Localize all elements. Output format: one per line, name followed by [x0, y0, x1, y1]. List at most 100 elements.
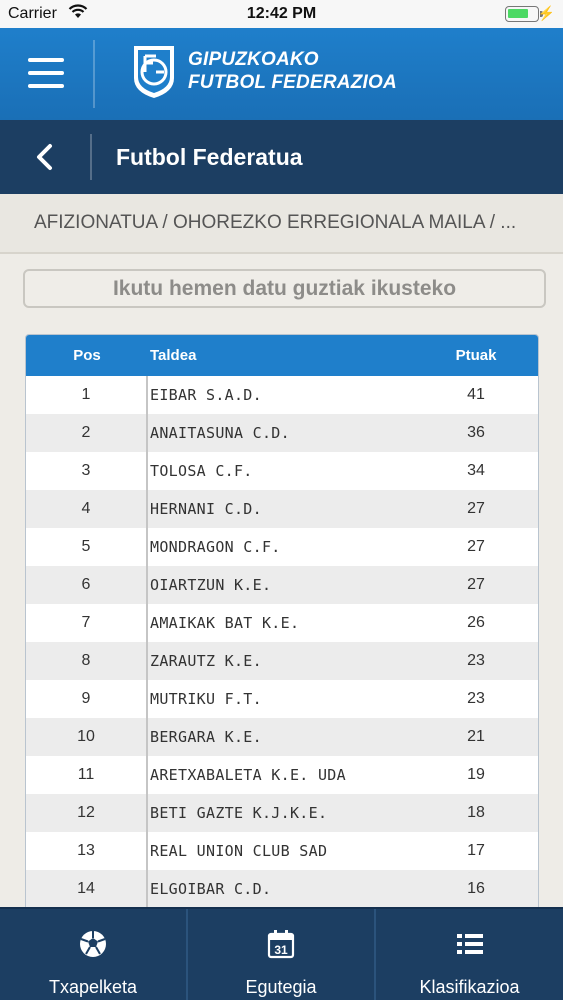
tab-bar: Txapelketa 31 Egutegia Klasifikazioa — [0, 907, 563, 1000]
row-points: 19 — [467, 766, 485, 783]
row-team: AMAIKAK BAT K.E. — [150, 614, 300, 632]
column-divider — [146, 756, 148, 794]
column-divider — [146, 566, 148, 604]
row-points: 21 — [467, 728, 485, 745]
clock: 12:42 PM — [246, 5, 317, 22]
header-points[interactable]: Ptuak — [428, 347, 524, 364]
logo-line-1: GIPUZKOAKO — [188, 49, 319, 70]
row-team: EIBAR S.A.D. — [150, 386, 262, 404]
row-team: ANAITASUNA C.D. — [150, 424, 290, 442]
row-team: ELGOIBAR C.D. — [150, 880, 272, 898]
view-all-data-button[interactable]: Ikutu hemen datu guztiak ikusteko — [23, 269, 546, 308]
row-pos: 8 — [81, 652, 91, 669]
calendar-icon: 31 — [267, 930, 295, 959]
list-icon — [456, 934, 483, 954]
table-row[interactable]: 11 ARETXABALETA K.E. UDA 19 — [26, 756, 538, 794]
row-points: 16 — [467, 880, 485, 897]
column-divider — [146, 870, 148, 908]
row-pos: 10 — [77, 728, 95, 745]
row-pos: 11 — [77, 766, 95, 783]
row-pos: 12 — [77, 804, 95, 821]
charging-icon: ⚡ — [537, 5, 555, 21]
row-pos: 1 — [81, 386, 91, 403]
row-pos: 7 — [81, 614, 91, 631]
row-points: 23 — [467, 690, 485, 707]
row-team: TOLOSA C.F. — [150, 462, 253, 480]
column-divider — [146, 528, 148, 566]
column-divider — [146, 376, 148, 414]
table-row[interactable]: 2 ANAITASUNA C.D. 36 — [26, 414, 538, 452]
row-points: 23 — [467, 652, 485, 669]
row-points: 36 — [467, 424, 485, 441]
row-team: MUTRIKU F.T. — [150, 690, 262, 708]
table-row[interactable]: 14 ELGOIBAR C.D. 16 — [26, 870, 538, 908]
tab-label: Klasifikazioa — [419, 977, 520, 997]
row-pos: 5 — [81, 538, 91, 555]
calendar-day: 31 — [274, 943, 288, 957]
column-divider — [146, 832, 148, 870]
table-row[interactable]: 9 MUTRIKU F.T. 23 — [26, 680, 538, 718]
table-row[interactable]: 12 BETI GAZTE K.J.K.E. 18 — [26, 794, 538, 832]
row-pos: 4 — [81, 500, 91, 517]
column-divider — [146, 642, 148, 680]
menu-icon[interactable] — [28, 58, 64, 88]
row-points: 18 — [467, 804, 485, 821]
tab-txapelketa[interactable]: Txapelketa — [0, 909, 186, 1000]
row-points: 27 — [467, 500, 485, 517]
column-divider — [146, 680, 148, 718]
breadcrumb: AFIZIONATUA / OHOREZKO ERREGIONALA MAILA… — [0, 194, 563, 254]
row-team: BETI GAZTE K.J.K.E. — [150, 804, 328, 822]
header-team[interactable]: Taldea — [150, 347, 196, 364]
table-row[interactable]: 5 MONDRAGON C.F. 27 — [26, 528, 538, 566]
row-team: ZARAUTZ K.E. — [150, 652, 262, 670]
row-team: HERNANI C.D. — [150, 500, 262, 518]
divider — [90, 134, 92, 180]
table-row[interactable]: 4 HERNANI C.D. 27 — [26, 490, 538, 528]
row-team: BERGARA K.E. — [150, 728, 262, 746]
table-row[interactable]: 3 TOLOSA C.F. 34 — [26, 452, 538, 490]
breadcrumb-text: AFIZIONATUA / OHOREZKO ERREGIONALA MAILA… — [34, 212, 517, 233]
soccer-ball-icon — [80, 931, 106, 957]
column-divider — [146, 452, 148, 490]
row-team: MONDRAGON C.F. — [150, 538, 281, 556]
row-points: 34 — [467, 462, 485, 479]
row-points: 41 — [467, 386, 485, 403]
back-arrow-icon[interactable] — [28, 140, 60, 174]
tab-label: Txapelketa — [48, 977, 138, 997]
column-divider — [146, 794, 148, 832]
app-header: GIPUZKOAKO FUTBOL FEDERAZIOA — [0, 28, 563, 120]
row-pos: 9 — [81, 690, 91, 707]
row-points: 27 — [467, 538, 485, 555]
row-team: REAL UNION CLUB SAD — [150, 842, 328, 860]
column-divider — [146, 414, 148, 452]
row-pos: 13 — [77, 842, 95, 859]
federation-name: GIPUZKOAKO FUTBOL FEDERAZIOA — [188, 48, 397, 94]
table-row[interactable]: 7 AMAIKAK BAT K.E. 26 — [26, 604, 538, 642]
row-team: OIARTZUN K.E. — [150, 576, 272, 594]
table-row[interactable]: 8 ZARAUTZ K.E. 23 — [26, 642, 538, 680]
row-pos: 6 — [81, 576, 91, 593]
column-divider — [146, 490, 148, 528]
table-row[interactable]: 10 BERGARA K.E. 21 — [26, 718, 538, 756]
battery-fill — [508, 9, 529, 18]
table-row[interactable]: 6 OIARTZUN K.E. 27 — [26, 566, 538, 604]
row-points: 27 — [467, 576, 485, 593]
sub-header: Futbol Federatua — [0, 120, 563, 194]
divider — [93, 40, 95, 108]
header-pos[interactable]: Pos — [26, 347, 148, 364]
standings-table: Pos Taldea Ptuak 1 EIBAR S.A.D. 4 1 2 ANAITAS… — [25, 334, 539, 914]
tab-klasifikazioa[interactable]: Klasifikazioa — [376, 909, 563, 1000]
column-divider — [146, 718, 148, 756]
row-pos: 14 — [77, 880, 95, 897]
column-divider — [146, 604, 148, 642]
row-team: ARETXABALETA K.E. UDA — [150, 766, 346, 784]
federation-logo — [134, 46, 174, 98]
tab-egutegia[interactable]: 31 Egutegia — [188, 909, 374, 1000]
row-points: 26 — [467, 614, 485, 631]
logo-line-2: FUTBOL FEDERAZIOA — [188, 72, 397, 93]
table-row[interactable]: 1 EIBAR S.A.D. 41 — [26, 376, 538, 414]
row-pos: 3 — [81, 462, 91, 479]
table-row[interactable]: 13 REAL UNION CLUB SAD 17 — [26, 832, 538, 870]
table-header: Pos Taldea Ptuak — [26, 335, 538, 376]
tab-label: Egutegia — [245, 977, 317, 997]
